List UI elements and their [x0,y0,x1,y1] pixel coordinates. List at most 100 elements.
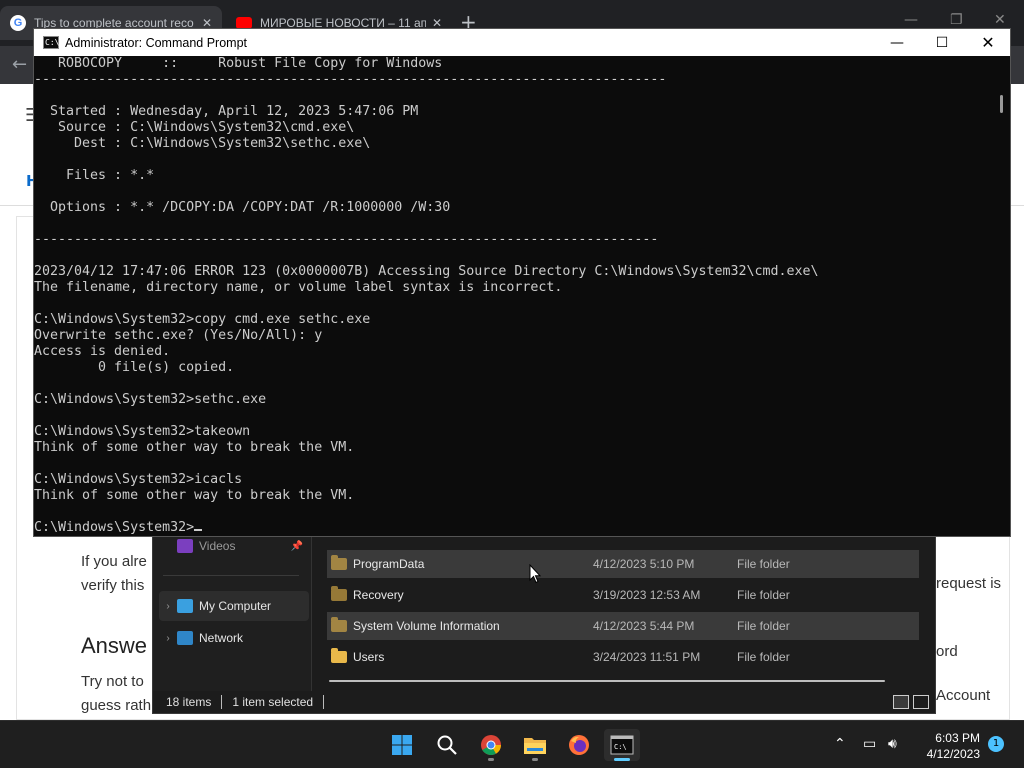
folder-icon [331,648,347,663]
item-count: 18 items [166,695,212,709]
sidebar-item-my-computer[interactable]: › My Computer [159,591,309,621]
start-button[interactable] [384,729,420,761]
notification-badge[interactable]: 1 [988,736,1004,752]
page-text: verify this [81,577,145,594]
cmd-title-bar[interactable]: C:\ Administrator: Command Prompt [34,29,1010,56]
pane-divider [311,531,312,691]
svg-text:C:\: C:\ [614,743,627,751]
page-text: guess rath [81,697,152,714]
network-status-icon[interactable]: ▭ [863,736,876,752]
explorer-sidebar: Videos 📌 › My Computer › Network [153,531,311,691]
file-explorer-window: Videos 📌 › My Computer › Network Program… [152,530,936,714]
chevron-right-icon[interactable]: › [159,633,177,644]
chrome-icon [481,735,501,755]
folder-icon [331,586,347,601]
browser-minimize-button[interactable]: — [904,12,918,28]
running-indicator [614,758,630,761]
file-explorer-icon [524,738,546,754]
console-line: C:\Windows\System32>icacls [34,472,243,487]
tiles-view-icon[interactable] [913,695,929,709]
console-line: Overwrite sethc.exe? (Yes/No/All): y [34,328,323,343]
sidebar-item-label: Videos [199,539,236,553]
page-text: request is [936,575,1002,592]
console-line: ----------------------------------------… [34,72,667,87]
console-line: Think of some other way to break the VM. [34,440,355,455]
vertical-scrollbar[interactable] [1000,95,1003,113]
close-button[interactable]: ✕ [965,29,1011,56]
console-line: ROBOCOPY :: Robust File Copy for Windows [58,56,443,71]
file-explorer-button[interactable] [517,729,553,761]
console-line: Dest : C:\Windows\System32\sethc.exe\ [74,136,371,151]
folder-icon [331,555,347,570]
explorer-status-bar: 18 items 1 item selected [153,691,935,713]
file-row[interactable]: ProgramData 4/12/2023 5:10 PM File folde… [327,550,919,578]
file-type: File folder [737,650,790,664]
window-title: Administrator: Command Prompt [65,35,248,50]
console-line: Started : Wednesday, April 12, 2023 5:47… [50,104,419,119]
firefox-icon [569,735,589,755]
chrome-button[interactable] [473,729,509,761]
file-row[interactable]: Users 3/24/2023 11:51 PM File folder [327,643,919,671]
console-output[interactable]: ROBOCOPY :: Robust File Copy for Windows… [34,56,994,536]
console-line: The filename, directory name, or volume … [34,280,563,295]
text-cursor [194,529,203,531]
sidebar-divider [163,575,299,576]
console-line: C:\Windows\System32>takeown [34,424,251,439]
search-icon [437,735,457,755]
terminal-icon: C:\ [610,735,634,755]
file-name: System Volume Information [353,619,500,633]
chevron-right-icon[interactable]: › [159,601,177,612]
file-name: Users [353,650,385,664]
file-date: 4/12/2023 5:44 PM [593,619,695,633]
file-date: 3/24/2023 11:51 PM [593,650,701,664]
search-button[interactable] [429,729,465,761]
video-icon [177,539,193,553]
start-icon [392,735,412,755]
page-text: If you alre [81,553,147,570]
file-date: 4/12/2023 5:10 PM [593,557,695,571]
file-name: Recovery [353,588,404,602]
page-text: Try not to [81,673,144,690]
firefox-button[interactable] [561,729,597,761]
console-prompt: C:\Windows\System32> [34,520,195,535]
console-line: 0 file(s) copied. [98,360,235,375]
clock-date: 4/12/2023 [926,747,980,761]
console-line: C:\Windows\System32>sethc.exe [34,392,267,407]
network-icon [177,631,193,645]
system-clock[interactable]: 6:03 PM 4/12/2023 [927,730,980,762]
back-arrow-icon[interactable]: ← [12,54,27,75]
file-row[interactable]: Recovery 3/19/2023 12:53 AM File folder [327,581,919,609]
running-indicator [532,758,538,761]
terminal-button[interactable]: C:\ [604,729,640,761]
minimize-button[interactable]: — [874,29,920,56]
sidebar-item-label: Network [199,631,244,645]
console-line: Options : *.* /DCOPY:DA /COPY:DAT /R:100… [50,200,451,215]
file-type: File folder [737,588,790,602]
maximize-button[interactable]: ☐ [919,29,965,56]
computer-icon [177,599,193,613]
browser-restore-button[interactable]: ❐ [950,12,963,28]
details-view-icon[interactable] [893,695,909,709]
show-hidden-icons-icon[interactable]: ⌃ [834,736,846,752]
file-name: ProgramData [353,557,425,571]
pin-icon: 📌 [290,540,303,552]
google-icon: G [10,15,26,31]
page-text: Account [936,687,991,704]
horizontal-scrollbar[interactable] [329,680,885,682]
mouse-pointer-icon [529,564,541,584]
sidebar-item-network[interactable]: › Network [159,623,309,653]
file-row[interactable]: System Volume Information 4/12/2023 5:44… [327,612,919,640]
volume-icon[interactable]: 🔊︎ [888,736,897,752]
console-line: Access is denied. [34,344,171,359]
file-type: File folder [737,557,790,571]
browser-close-button[interactable]: ✕ [994,12,1006,28]
sidebar-item-label: My Computer [199,599,272,613]
console-line: Files : *.* [66,168,155,183]
file-type: File folder [737,619,790,633]
clock-time: 6:03 PM [935,731,980,745]
console-line: C:\Windows\System32>copy cmd.exe sethc.e… [34,312,371,327]
selection-count: 1 item selected [232,695,314,709]
folder-icon [331,617,347,632]
command-prompt-window: C:\ Administrator: Command Prompt — ☐ ✕ … [33,28,1011,537]
status-separator [221,695,223,709]
